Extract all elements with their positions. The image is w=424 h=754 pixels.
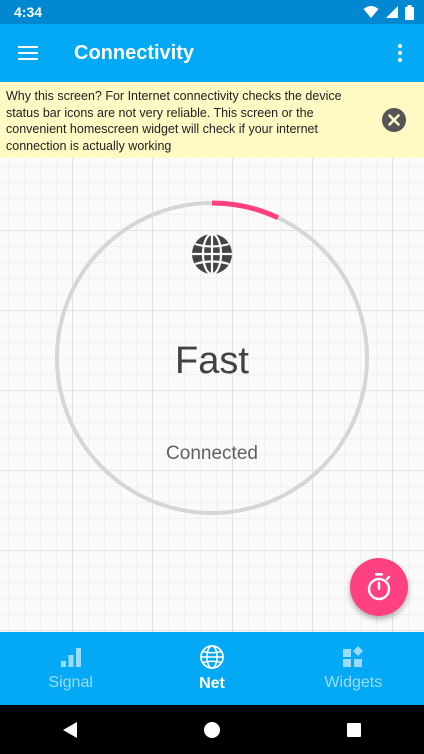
close-icon[interactable] <box>382 108 406 132</box>
back-icon[interactable] <box>62 721 78 739</box>
app-bar: Connectivity <box>0 24 424 82</box>
widgets-icon <box>343 645 364 667</box>
hamburger-icon <box>18 46 38 60</box>
nav-label-widgets: Widgets <box>324 673 383 691</box>
recents-icon[interactable] <box>346 722 362 738</box>
globe-icon <box>192 232 232 276</box>
home-icon[interactable] <box>203 721 221 739</box>
gauge-progress-arc <box>211 200 280 221</box>
menu-button[interactable] <box>0 25 56 81</box>
status-bar: 4:34 <box>0 0 424 24</box>
nav-item-widgets[interactable]: Widgets <box>283 632 424 705</box>
nav-item-net[interactable]: Net <box>141 632 282 705</box>
status-time: 4:34 <box>14 4 43 20</box>
main-content: Fast Connected <box>0 158 424 632</box>
battery-icon <box>405 4 414 20</box>
page-title: Connectivity <box>74 41 195 64</box>
banner-text: Why this screen? For Internet connectivi… <box>6 89 342 153</box>
status-icons <box>363 4 414 20</box>
nav-label-signal: Signal <box>48 673 93 691</box>
connection-status: Connected <box>166 443 258 464</box>
cellular-icon <box>386 6 398 18</box>
wifi-icon <box>363 6 379 18</box>
overflow-menu-button[interactable] <box>376 25 424 81</box>
speed-test-button[interactable] <box>350 558 408 616</box>
nav-item-signal[interactable]: Signal <box>0 632 141 705</box>
stopwatch-icon <box>367 573 391 601</box>
globe-icon <box>200 644 224 669</box>
system-navigation-bar <box>0 705 424 754</box>
signal-bars-icon <box>60 647 81 667</box>
bottom-navigation: Signal Net Widgets <box>0 632 424 705</box>
nav-label-net: Net <box>199 674 225 692</box>
more-vert-icon <box>398 44 402 62</box>
info-banner: Why this screen? For Internet connectivi… <box>0 82 424 158</box>
speed-label: Fast <box>175 340 249 382</box>
